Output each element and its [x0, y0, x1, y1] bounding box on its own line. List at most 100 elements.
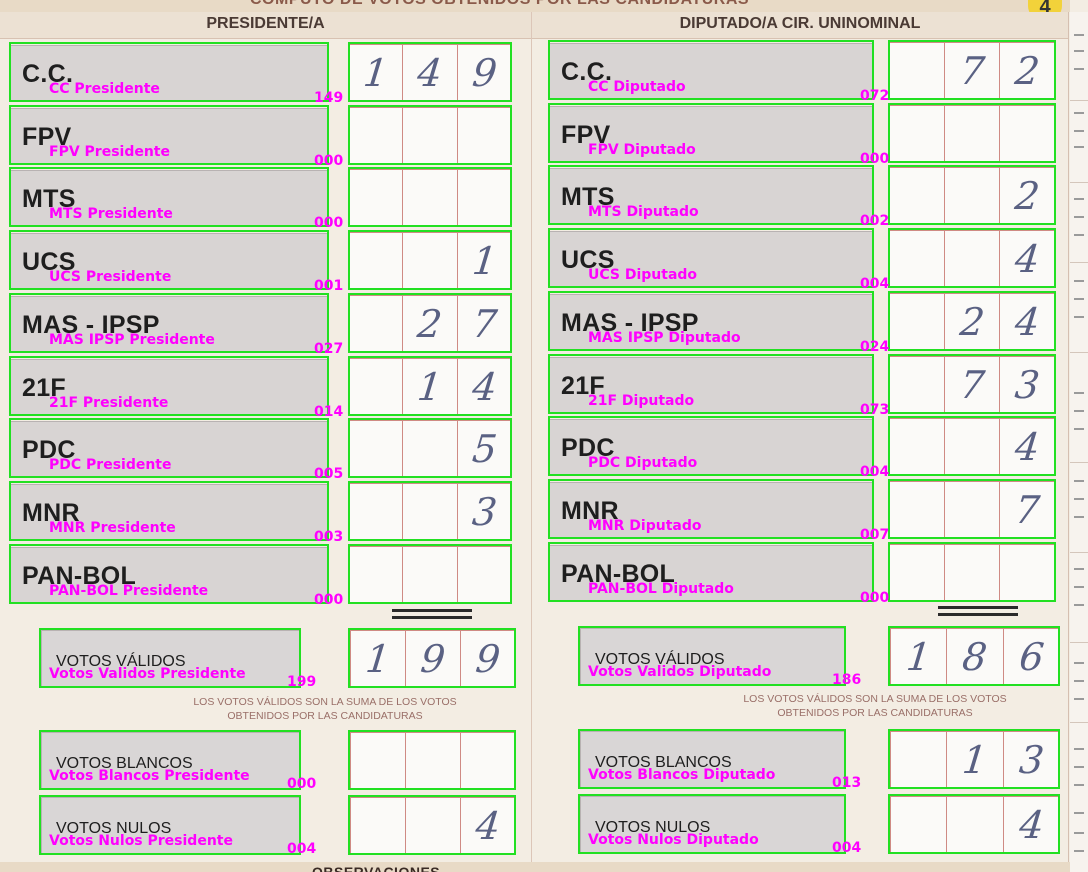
- field-value: 004: [860, 464, 890, 481]
- field-value: 014: [314, 403, 344, 420]
- detection-box-cells: [888, 228, 1056, 289]
- diputado-header: DIPUTADO/A CIR. UNINOMINAL: [532, 12, 1068, 39]
- field-value: 186: [832, 672, 862, 688]
- edge-text-fragment: [1074, 146, 1084, 148]
- field-value: 004: [287, 841, 317, 857]
- observaciones-strip: OBSERVACIONES: [0, 862, 1070, 872]
- detection-box-cells: [348, 355, 512, 416]
- edge-rule: [1070, 462, 1088, 463]
- field-tag: 21F Presidente: [49, 394, 169, 411]
- field-tag: Votos Blancos Presidente: [49, 768, 250, 784]
- field-tag: FPV Presidente: [49, 143, 170, 160]
- edge-text-fragment: [1074, 832, 1084, 834]
- adjacent-page-edge: [1070, 12, 1088, 872]
- equals-bar-top-presidente: [392, 609, 472, 612]
- equals-bar-bottom-diputado: [938, 613, 1018, 616]
- field-tag: UCS Diputado: [588, 267, 698, 284]
- detection-box-cells: [888, 729, 1060, 789]
- valid-votes-note-diputado: LOS VOTOS VÁLIDOS SON LA SUMA DE LOS VOT…: [700, 692, 1050, 720]
- edge-text-fragment: [1074, 480, 1084, 482]
- edge-text-fragment: [1074, 766, 1084, 768]
- edge-text-fragment: [1074, 410, 1084, 412]
- edge-text-fragment: [1074, 498, 1084, 500]
- field-value: 199: [287, 674, 317, 690]
- edge-text-fragment: [1074, 662, 1084, 664]
- field-tag: CC Presidente: [49, 81, 160, 97]
- field-tag: PDC Presidente: [49, 457, 172, 474]
- edge-text-fragment: [1074, 680, 1084, 682]
- field-tag: FPV Diputado: [588, 141, 696, 158]
- edge-text-fragment: [1074, 130, 1084, 132]
- edge-rule: [1070, 262, 1088, 263]
- detection-box-cells: [888, 290, 1056, 351]
- field-value: 072: [860, 88, 890, 104]
- field-tag: PAN-BOL Presidente: [49, 582, 209, 599]
- field-value: 004: [832, 840, 862, 856]
- field-tag: Votos Validos Presidente: [49, 666, 246, 682]
- presidente-header: PRESIDENTE/A: [0, 12, 531, 39]
- field-value: 000: [314, 215, 344, 232]
- top-heading: CÓMPUTO DE VOTOS OBTENIDOS POR LAS CANDI…: [250, 0, 749, 9]
- detection-box-cells: [888, 416, 1056, 477]
- edge-text-fragment: [1074, 516, 1084, 518]
- equals-bar-top-diputado: [938, 606, 1018, 609]
- detection-box-cells: [888, 478, 1056, 539]
- field-tag: MNR Diputado: [588, 517, 702, 534]
- detection-box-cells: [348, 628, 516, 688]
- field-value: 000: [860, 589, 890, 606]
- detection-box-cells: [348, 42, 512, 102]
- field-tag: UCS Presidente: [49, 269, 172, 286]
- field-tag: PAN-BOL Diputado: [588, 580, 734, 597]
- detection-box-cells: [888, 353, 1056, 414]
- field-tag: Votos Nulos Presidente: [49, 833, 233, 849]
- edge-text-fragment: [1074, 68, 1084, 70]
- edge-text-fragment: [1074, 216, 1084, 218]
- edge-text-fragment: [1074, 698, 1084, 700]
- field-value: 005: [314, 466, 344, 483]
- field-tag: CC Diputado: [588, 79, 686, 95]
- detection-box-cells: [888, 626, 1060, 686]
- note-line-2: OBTENIDOS POR LAS CANDIDATURAS: [227, 710, 423, 722]
- detection-box-cells: [348, 543, 512, 604]
- edge-rule: [1070, 722, 1088, 723]
- edge-text-fragment: [1074, 784, 1084, 786]
- equals-bar-bottom-presidente: [392, 616, 472, 619]
- note-line-2: OBTENIDOS POR LAS CANDIDATURAS: [777, 707, 973, 719]
- field-value: 000: [287, 776, 317, 792]
- field-tag: Votos Blancos Diputado: [588, 767, 776, 783]
- top-heading-strip: CÓMPUTO DE VOTOS OBTENIDOS POR LAS CANDI…: [0, 0, 1070, 12]
- field-value: 003: [314, 528, 344, 545]
- observaciones-heading: OBSERVACIONES: [312, 864, 441, 872]
- note-line-1: LOS VOTOS VÁLIDOS SON LA SUMA DE LOS VOT…: [743, 693, 1007, 705]
- field-value: 013: [832, 775, 862, 791]
- field-value: 027: [314, 340, 344, 357]
- edge-text-fragment: [1074, 604, 1084, 606]
- edge-text-fragment: [1074, 586, 1084, 588]
- field-tag: Votos Validos Diputado: [588, 664, 772, 680]
- field-value: 001: [314, 278, 344, 295]
- detection-box-cells: [348, 795, 516, 855]
- edge-text-fragment: [1074, 198, 1084, 200]
- field-value: 149: [314, 90, 344, 106]
- tally-sheet: CÓMPUTO DE VOTOS OBTENIDOS POR LAS CANDI…: [0, 0, 1088, 872]
- edge-text-fragment: [1074, 812, 1084, 814]
- detection-box-cells: [888, 794, 1060, 854]
- detection-box-cells: [888, 165, 1056, 226]
- detection-box-cells: [348, 104, 512, 165]
- edge-text-fragment: [1074, 50, 1084, 52]
- edge-text-fragment: [1074, 234, 1084, 236]
- field-value: 002: [860, 213, 890, 230]
- edge-rule: [1070, 182, 1088, 183]
- detection-box-cells: [888, 102, 1056, 163]
- edge-text-fragment: [1074, 34, 1084, 36]
- detection-box-cells: [348, 292, 512, 353]
- note-line-1: LOS VOTOS VÁLIDOS SON LA SUMA DE LOS VOT…: [193, 696, 457, 708]
- field-value: 007: [860, 526, 890, 543]
- detection-box-cells: [348, 730, 516, 790]
- edge-text-fragment: [1074, 428, 1084, 430]
- edge-text-fragment: [1074, 298, 1084, 300]
- edge-text-fragment: [1074, 748, 1084, 750]
- field-tag: MAS IPSP Diputado: [588, 329, 741, 346]
- field-value: 073: [860, 401, 890, 418]
- edge-rule: [1070, 642, 1088, 643]
